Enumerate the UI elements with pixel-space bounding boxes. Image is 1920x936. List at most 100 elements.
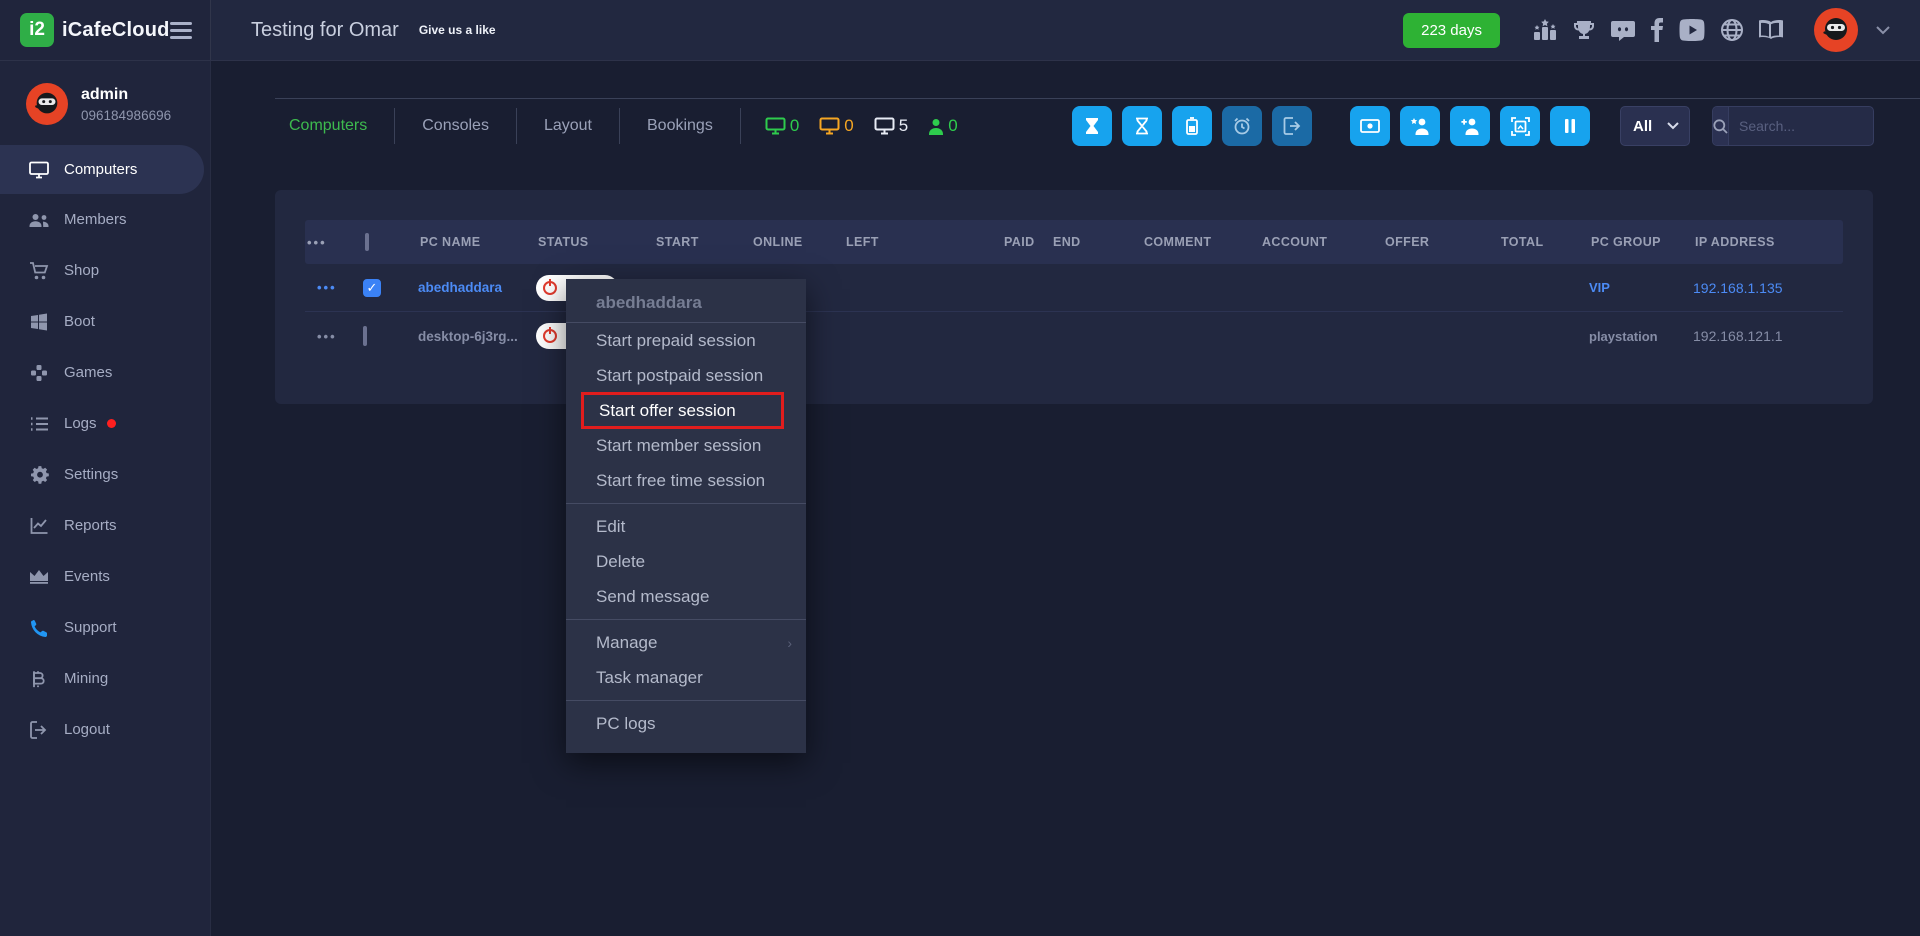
license-days-button[interactable]: 223 days xyxy=(1403,13,1500,48)
manual-book-icon[interactable] xyxy=(1758,19,1784,41)
add-member-button[interactable] xyxy=(1450,106,1490,146)
hamburger-menu-icon[interactable] xyxy=(170,18,192,43)
table-row[interactable]: ••• ✓ abedhaddara VIP 192.168.1.135 xyxy=(305,264,1843,312)
col-comment[interactable]: COMMENT xyxy=(1142,235,1260,249)
globe-icon[interactable] xyxy=(1720,18,1744,42)
tab-bookings[interactable]: Bookings xyxy=(620,108,741,144)
sidebar-item-computers[interactable]: Computers xyxy=(0,145,204,194)
pc-group-value: playstation xyxy=(1589,329,1693,344)
menu-item-task-manager[interactable]: Task manager xyxy=(566,660,806,695)
menu-item-start-prepaid-session[interactable]: Start prepaid session xyxy=(566,323,806,358)
col-pc-name[interactable]: PC NAME xyxy=(418,235,536,249)
tab-consoles[interactable]: Consoles xyxy=(395,108,517,144)
col-online[interactable]: ONLINE xyxy=(751,235,844,249)
sidebar-item-games[interactable]: Games xyxy=(0,347,210,398)
counter-members: 0 xyxy=(928,116,957,136)
table-row[interactable]: ••• desktop-6j3rg... playstation 192.168… xyxy=(305,312,1843,360)
toolbar: Computers Consoles Layout Bookings 0 0 5… xyxy=(275,104,1874,148)
col-total[interactable]: TOTAL xyxy=(1499,235,1589,249)
col-ip-address[interactable]: IP ADDRESS xyxy=(1693,235,1843,249)
sidebar-item-label: Shop xyxy=(64,262,99,279)
hourglass-outline-button[interactable] xyxy=(1122,106,1162,146)
col-left[interactable]: LEFT xyxy=(844,235,1002,249)
col-paid[interactable]: PAID xyxy=(1002,235,1051,249)
pc-name-link[interactable]: abedhaddara xyxy=(418,280,536,295)
row-menu-button[interactable]: ••• xyxy=(305,280,363,295)
menu-item-start-offer-session[interactable]: Start offer session xyxy=(581,392,784,429)
sidebar-item-boot[interactable]: Boot xyxy=(0,296,210,347)
ip-address-value: 192.168.1.135 xyxy=(1693,280,1843,296)
main-content: Computers Consoles Layout Bookings 0 0 5… xyxy=(211,61,1920,936)
row-checkbox[interactable]: ✓ xyxy=(363,279,381,297)
menu-item-delete[interactable]: Delete xyxy=(566,544,806,579)
pc-name[interactable]: desktop-6j3rg... xyxy=(418,329,536,344)
sidebar-item-label: Events xyxy=(64,568,110,585)
sidebar-item-shop[interactable]: Shop xyxy=(0,245,210,296)
youtube-icon[interactable] xyxy=(1678,19,1706,41)
search-input[interactable] xyxy=(1729,107,1874,145)
sidebar-item-settings[interactable]: Settings xyxy=(0,449,210,500)
exit-icon xyxy=(28,721,50,739)
battery-button[interactable] xyxy=(1172,106,1212,146)
facebook-icon[interactable] xyxy=(1650,18,1664,42)
sidebar-item-support[interactable]: Support xyxy=(0,602,210,653)
add-member-star-button[interactable] xyxy=(1400,106,1440,146)
trophy-icon[interactable] xyxy=(1572,18,1596,42)
col-account[interactable]: ACCOUNT xyxy=(1260,235,1383,249)
tab-computers[interactable]: Computers xyxy=(275,108,395,144)
row-checkbox[interactable] xyxy=(363,326,367,346)
table-header: ••• PC NAME STATUS START ONLINE LEFT PAI… xyxy=(305,220,1843,264)
counter-offline-pcs: 5 xyxy=(874,116,908,136)
user-name: admin xyxy=(81,86,171,104)
discord-icon[interactable] xyxy=(1610,18,1636,42)
tab-layout[interactable]: Layout xyxy=(517,108,620,144)
sidebar-item-mining[interactable]: Mining xyxy=(0,653,210,704)
alarm-button xyxy=(1222,106,1262,146)
col-start[interactable]: START xyxy=(654,235,751,249)
sidebar-item-events[interactable]: Events xyxy=(0,551,210,602)
menu-item-start-free-time-session[interactable]: Start free time session xyxy=(566,463,806,498)
user-avatar[interactable] xyxy=(1814,8,1858,52)
col-end[interactable]: END xyxy=(1051,235,1142,249)
user-phone: 096184986696 xyxy=(81,108,171,123)
hourglass-filled-button[interactable] xyxy=(1072,106,1112,146)
sidebar-user[interactable]: admin 096184986696 xyxy=(0,61,210,125)
sidebar-item-label: Logs xyxy=(64,415,97,432)
col-status[interactable]: STATUS xyxy=(536,235,654,249)
give-us-a-like-link[interactable]: Give us a like xyxy=(419,23,496,37)
chevron-down-icon[interactable] xyxy=(1876,26,1890,35)
screenshot-button[interactable] xyxy=(1500,106,1540,146)
pause-button[interactable] xyxy=(1550,106,1590,146)
sidebar-item-logs[interactable]: Logs xyxy=(0,398,210,449)
select-all-checkbox[interactable] xyxy=(365,233,369,251)
sidebar-item-reports[interactable]: Reports xyxy=(0,500,210,551)
col-pc-group[interactable]: PC GROUP xyxy=(1589,235,1693,249)
group-filter-select[interactable]: All xyxy=(1620,106,1690,146)
toolbar-divider xyxy=(275,98,1920,99)
menu-item-pc-logs[interactable]: PC logs xyxy=(566,706,806,741)
chart-icon xyxy=(28,517,50,534)
menu-item-send-message[interactable]: Send message xyxy=(566,579,806,614)
sidebar-item-logout[interactable]: Logout xyxy=(0,704,210,755)
menu-item-start-postpaid-session[interactable]: Start postpaid session xyxy=(566,358,806,393)
pc-group-value[interactable]: VIP xyxy=(1589,280,1693,295)
search-icon xyxy=(1713,107,1729,145)
sidebar-item-label: Members xyxy=(64,211,127,228)
sidebar-item-label: Games xyxy=(64,364,112,381)
gear-icon xyxy=(28,465,50,484)
sidebar-item-members[interactable]: Members xyxy=(0,194,210,245)
cash-button[interactable] xyxy=(1350,106,1390,146)
logo-section: i2 iCafeCloud xyxy=(0,0,211,60)
leaderboard-icon[interactable] xyxy=(1532,18,1558,42)
view-tabs: Computers Consoles Layout Bookings xyxy=(275,108,741,144)
row-menu-button[interactable]: ••• xyxy=(305,329,363,344)
people-icon xyxy=(28,212,50,228)
menu-item-start-member-session[interactable]: Start member session xyxy=(566,428,806,463)
sidebar-item-label: Settings xyxy=(64,466,118,483)
menu-item-edit[interactable]: Edit xyxy=(566,509,806,544)
ip-address-value: 192.168.121.1 xyxy=(1693,328,1843,344)
sidebar-avatar xyxy=(26,83,68,125)
menu-item-manage[interactable]: Manage › xyxy=(566,625,806,660)
counter-busy-pcs: 0 xyxy=(819,116,853,136)
col-offer[interactable]: OFFER xyxy=(1383,235,1499,249)
